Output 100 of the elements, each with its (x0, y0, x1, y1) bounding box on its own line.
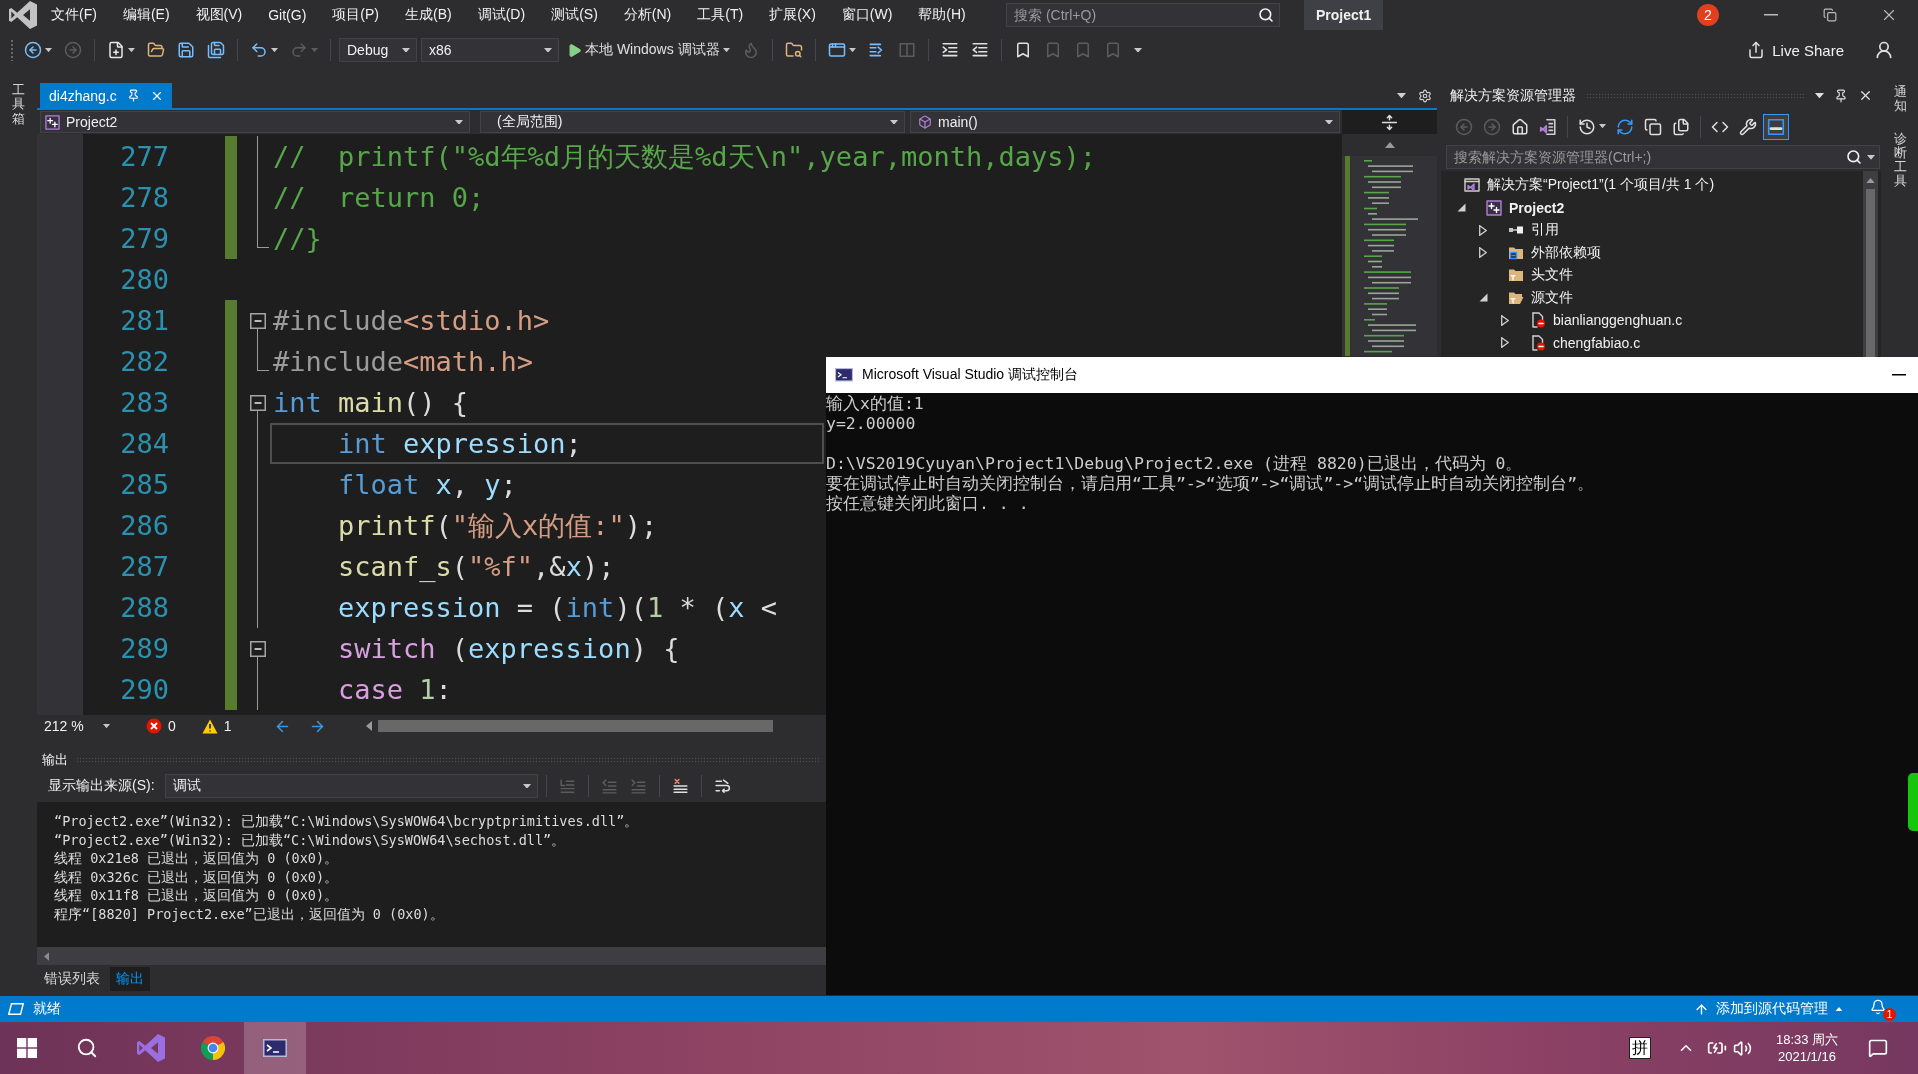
side-tab[interactable]: 通知 (1893, 85, 1907, 114)
taskbar-app-button[interactable] (244, 1022, 306, 1074)
configuration-dropdown[interactable]: Debug (339, 38, 417, 62)
overflow-icon[interactable] (1133, 47, 1142, 53)
caret-icon[interactable] (1815, 92, 1824, 99)
code-line: expression = (int)(1 * (x < (337, 591, 777, 625)
vertical-scrollbar[interactable] (1863, 171, 1878, 357)
menu-item[interactable]: 生成(B) (392, 0, 465, 30)
notification-badge[interactable]: 2 (1697, 4, 1719, 26)
search-field[interactable]: 搜索 (Ctrl+Q) (1006, 3, 1280, 27)
menu-item[interactable]: 项目(P) (319, 0, 392, 30)
tree-item[interactable]: chengfabiao.c (1441, 331, 1641, 354)
tree-item[interactable]: 外部依赖项 (1441, 241, 1601, 264)
search-field[interactable]: 搜索解决方案资源管理器(Ctrl+;) (1446, 145, 1880, 169)
line-number: 279 (120, 221, 169, 256)
menu-item[interactable]: 帮助(H) (905, 0, 979, 30)
member-dropdown[interactable]: main() (910, 111, 1340, 133)
collapse-icon[interactable] (249, 312, 266, 329)
window-title: Microsoft Visual Studio 调试控制台 (862, 366, 1079, 384)
toolbox-tab[interactable]: 工具箱 (12, 83, 25, 126)
scroll-left-icon[interactable] (365, 721, 372, 731)
tree-item[interactable]: bianlianggenghuan.c (1441, 309, 1683, 332)
collapsed-arrow-icon[interactable] (1501, 314, 1509, 326)
collapsed-arrow-icon[interactable] (1479, 247, 1487, 259)
menu-item[interactable]: 视图(V) (182, 0, 256, 30)
start-debugging-button[interactable]: 本地 Windows 调试器 (563, 37, 734, 63)
panel-tab[interactable]: 错误列表 (38, 967, 106, 991)
output-source-dropdown[interactable]: 调试 (164, 774, 538, 798)
minimize-icon (1763, 14, 1778, 16)
output-line: “Project2.exe”(Win32): 已加载“C:\Windows\SysWOW64\sechost.dll”。 (54, 830, 566, 849)
line-number: 286 (120, 508, 169, 543)
expanded-arrow-icon[interactable] (1479, 293, 1488, 303)
menu-item[interactable]: 编辑(E) (109, 0, 183, 30)
edge-handle[interactable] (1908, 773, 1918, 831)
search-icon[interactable] (1846, 149, 1862, 165)
notification-icon[interactable] (1868, 1038, 1888, 1058)
cube-icon (918, 115, 932, 129)
panel-tab[interactable]: 输出 (110, 967, 150, 991)
tree-item[interactable]: 源文件 (1441, 286, 1573, 309)
scroll-up-icon[interactable] (1866, 178, 1875, 184)
menu-item[interactable]: 测试(S) (538, 0, 611, 30)
logo-icon (9, 1, 37, 29)
caret-icon (1325, 119, 1333, 125)
collapse-icon[interactable] (249, 394, 266, 411)
line-number: 284 (120, 426, 169, 461)
minimize-icon[interactable] (1892, 374, 1906, 376)
scroll-thumb[interactable] (377, 720, 773, 732)
menu-item[interactable]: 扩展(X) (756, 0, 829, 30)
tree-item[interactable]: 头文件 (1441, 264, 1573, 287)
split-icon (1381, 113, 1398, 131)
settings-icon[interactable] (1418, 88, 1432, 103)
speaker-icon[interactable] (1733, 1038, 1752, 1058)
console-line: 按任意键关闭此窗口. . . (826, 494, 1029, 514)
tree-item[interactable]: 引用 (1441, 219, 1559, 242)
notifications-button[interactable]: 1 (1869, 997, 1896, 1021)
code-line: // printf("%d年%d月的天数是%d天\n",year,month,days); (272, 140, 1096, 174)
expanded-arrow-icon[interactable] (1457, 203, 1466, 213)
scroll-left-icon[interactable] (44, 951, 50, 961)
tree-item[interactable]: 解决方案“Project1”(1 个项目/共 1 个) (1441, 174, 1715, 197)
input-method-indicator[interactable]: 拼 (1629, 1037, 1651, 1059)
collapsed-arrow-icon[interactable] (1479, 224, 1487, 236)
clock-time[interactable]: 18:33 周六 (1775, 1031, 1839, 1048)
collapse-icon[interactable] (249, 640, 266, 657)
scroll-thumb[interactable] (1866, 189, 1875, 357)
scope-dropdown[interactable]: (全局范围) (480, 111, 905, 133)
add-to-source-control-button[interactable]: 添加到源代码管理 (1692, 1000, 1845, 1018)
caret-icon (890, 119, 898, 125)
line-number: 282 (120, 344, 169, 379)
line-number: 288 (120, 590, 169, 625)
tree-item[interactable]: Project2 (1441, 196, 1565, 219)
zoom-dropdown[interactable]: 212 % (40, 716, 116, 736)
platform-dropdown[interactable]: x86 (421, 38, 559, 62)
menu-item[interactable]: 分析(N) (610, 0, 685, 30)
windows-logo-icon (17, 1038, 37, 1058)
project-dropdown[interactable]: Project2 (40, 111, 470, 133)
errors-button[interactable]: 0 (146, 718, 176, 734)
file-tab[interactable]: di4zhang.c (40, 83, 172, 108)
search-icon[interactable] (1258, 7, 1274, 23)
split-button[interactable] (1342, 110, 1437, 134)
live-share-button[interactable]: Live Share (1743, 36, 1848, 64)
caret-icon (402, 47, 410, 53)
pin-icon[interactable] (126, 89, 140, 102)
menu-item[interactable]: 窗口(W) (828, 0, 906, 30)
close-icon[interactable] (1858, 88, 1873, 103)
caret-icon[interactable] (1397, 92, 1406, 99)
menu-item[interactable]: Git(G) (255, 0, 320, 30)
clock-date[interactable]: 2021/1/16 (1778, 1048, 1836, 1065)
menu-item[interactable]: 调试(D) (464, 0, 539, 30)
horizontal-scrollbar[interactable] (37, 947, 826, 965)
warnings-button[interactable]: 1 (201, 718, 232, 734)
side-tab[interactable]: 诊断工具 (1893, 131, 1907, 189)
caret-icon (1599, 124, 1606, 129)
pin-icon[interactable] (1834, 88, 1848, 103)
console-line: 输入x的值:1 (826, 394, 924, 414)
error-icon (146, 718, 162, 734)
collapsed-arrow-icon[interactable] (1501, 337, 1509, 349)
menu-item[interactable]: 工具(T) (684, 0, 757, 30)
menu-item[interactable]: 文件(F) (38, 0, 110, 30)
caret-icon[interactable] (1867, 155, 1875, 160)
scroll-up-icon[interactable] (1384, 142, 1395, 148)
